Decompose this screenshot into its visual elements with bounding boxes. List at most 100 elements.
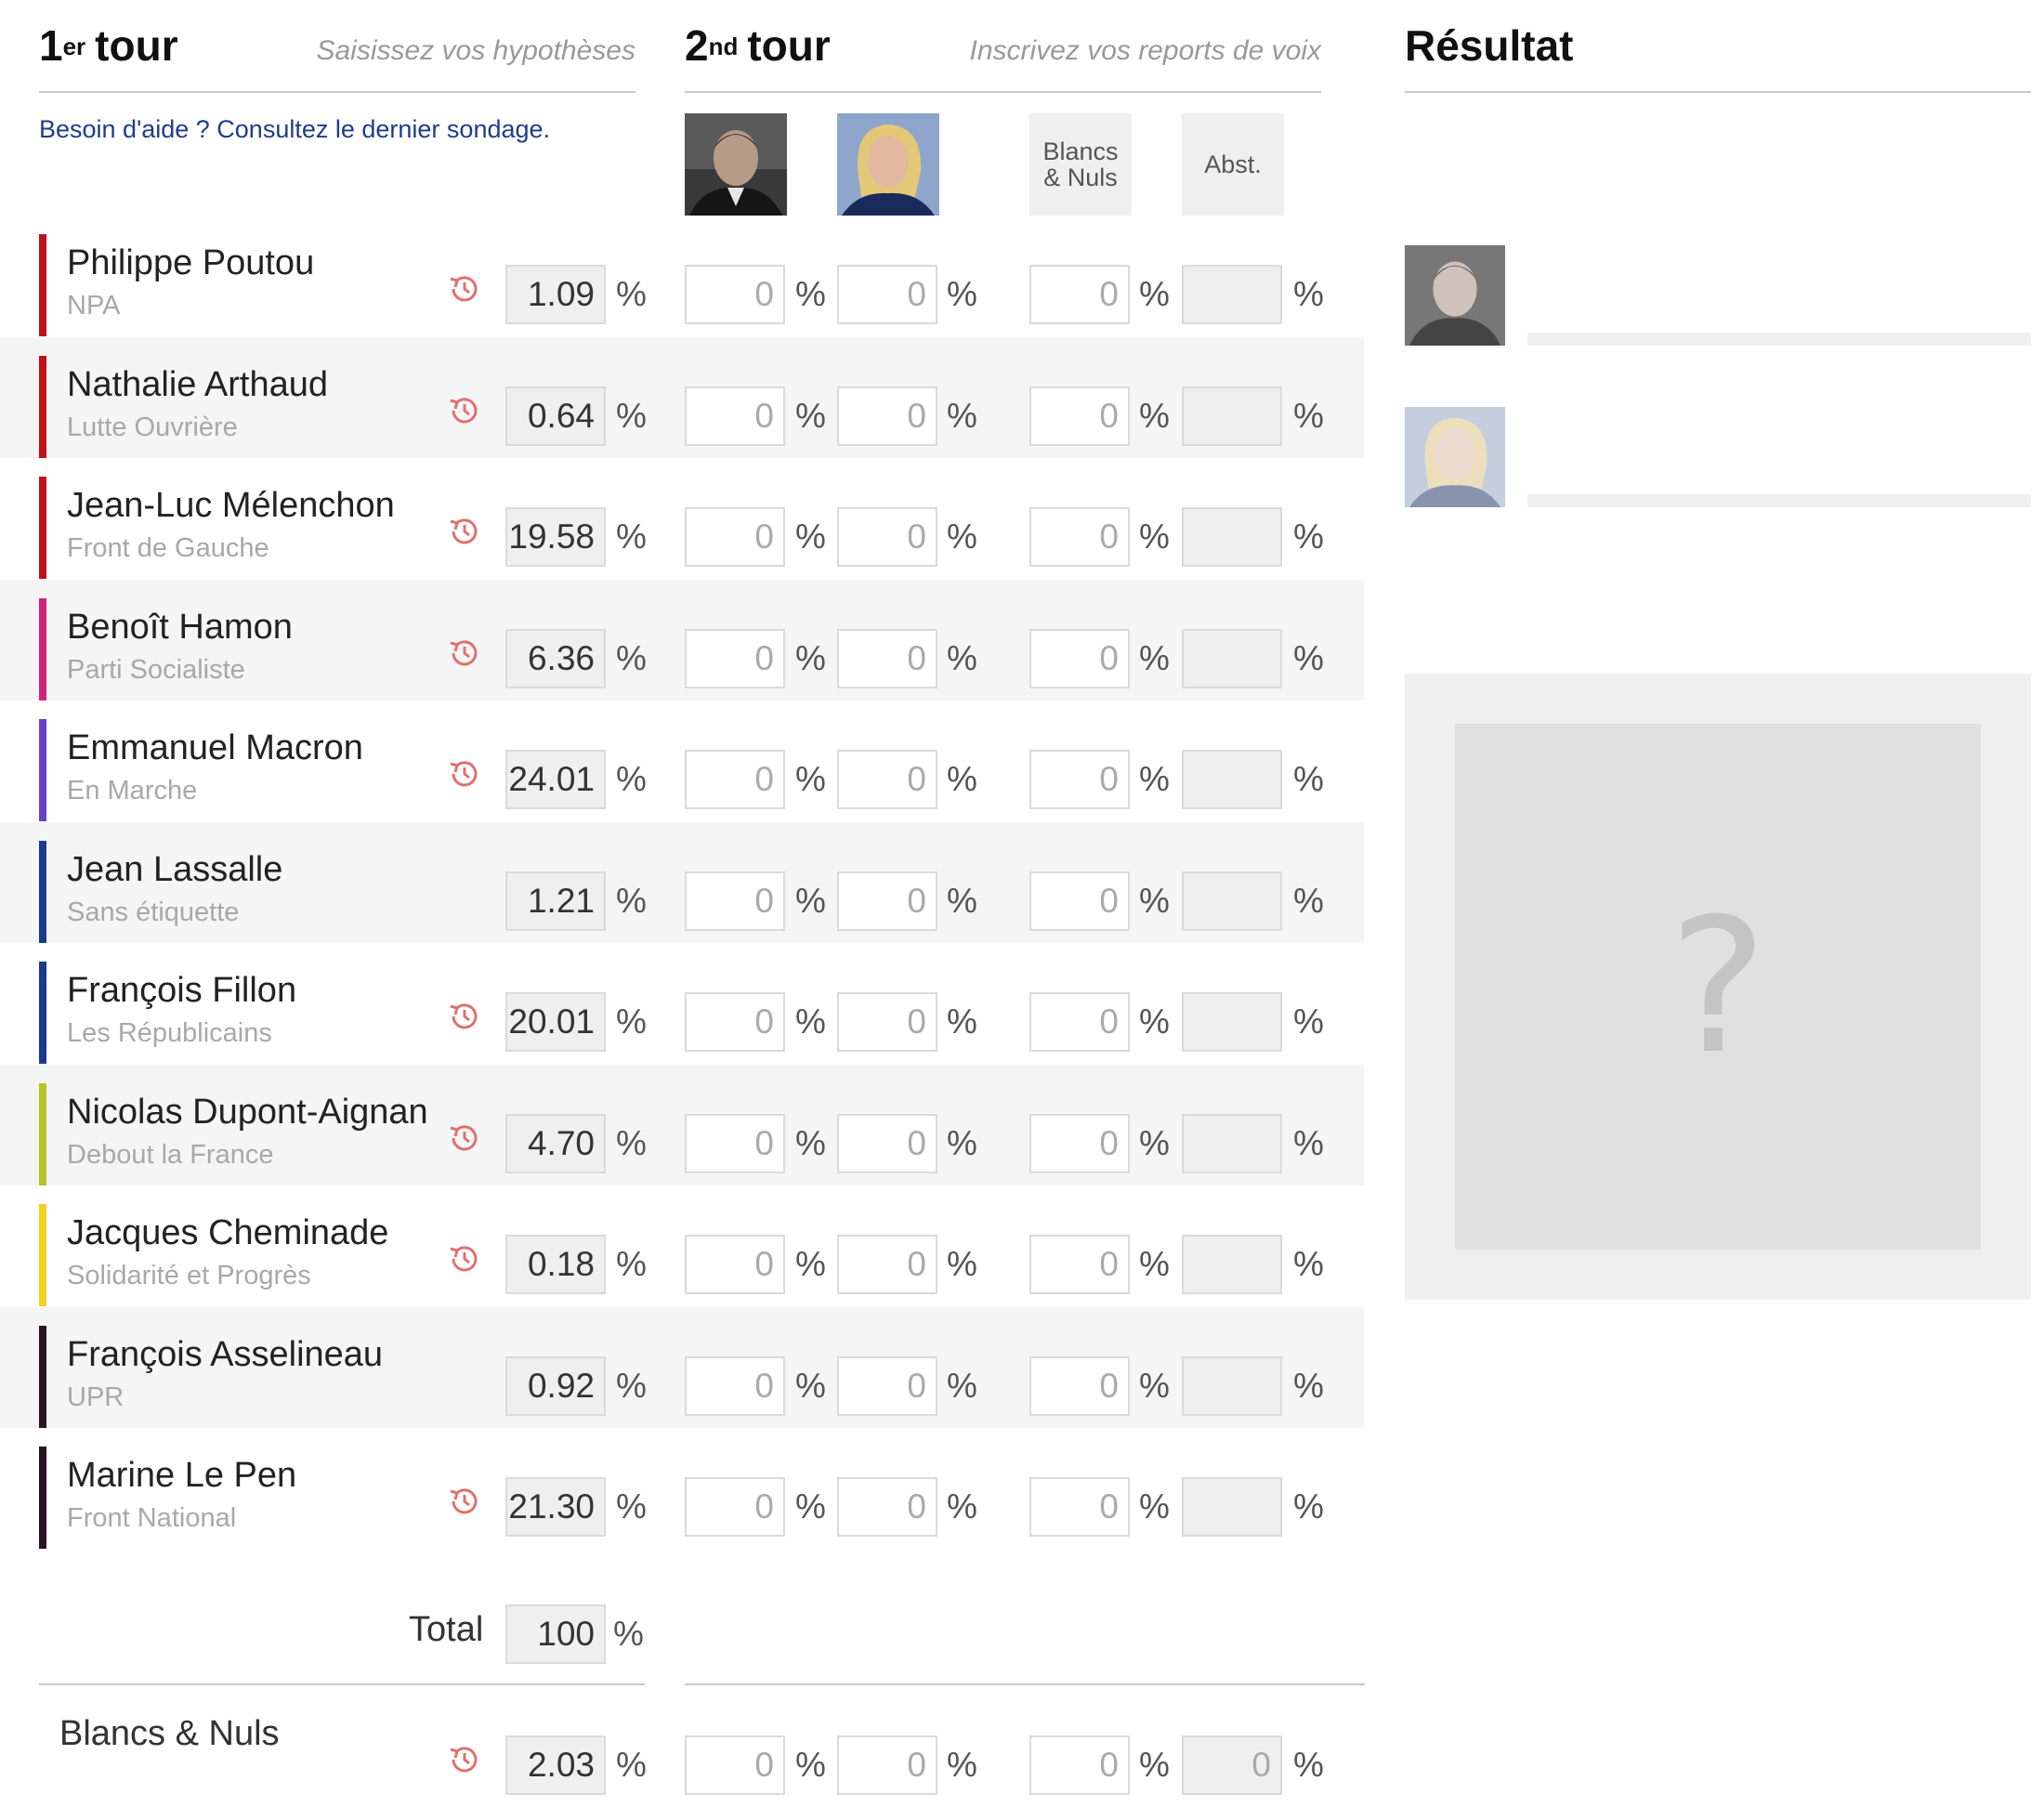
percent-sign: %	[616, 1487, 647, 1525]
candidate-name: Nathalie Arthaud	[67, 364, 328, 404]
transfer-lepen-input[interactable]: 0	[837, 750, 937, 809]
history-icon[interactable]	[446, 755, 483, 792]
poll-help-link[interactable]: Besoin d'aide ? Consultez le dernier son…	[39, 115, 550, 144]
party-color-bar	[39, 1447, 46, 1549]
candidate-name: Emmanuel Macron	[67, 728, 363, 767]
transfer-macron-input[interactable]: 0	[685, 386, 785, 446]
abstention-value	[1182, 1355, 1282, 1416]
abstention-value	[1182, 1477, 1282, 1537]
candidate-name: Nicolas Dupont-Aignan	[67, 1092, 428, 1132]
transfer-macron-input[interactable]: 0	[685, 1477, 785, 1537]
history-icon[interactable]	[446, 513, 483, 550]
transfer-lepen-input[interactable]: 0	[837, 265, 937, 324]
transfer-macron-input[interactable]: 0	[685, 1235, 785, 1294]
transfer-blancs-input[interactable]: 0	[1029, 992, 1130, 1052]
result-title: Résultat	[1405, 21, 1574, 70]
blancs-nuls-round1-input[interactable]: 2.03	[505, 1735, 606, 1795]
abstention-value	[1182, 992, 1282, 1052]
transfer-blancs-input[interactable]: 0	[1029, 1235, 1130, 1294]
abstention-value	[1182, 1235, 1282, 1294]
transfer-blancs-input[interactable]: 0	[1029, 386, 1130, 446]
transfer-lepen-input[interactable]: 0	[837, 386, 937, 446]
transfer-lepen-input[interactable]: 0	[837, 871, 937, 931]
round1-percent-input[interactable]: 20.01	[505, 992, 606, 1052]
transfer-lepen-input[interactable]: 0	[837, 507, 937, 567]
history-icon[interactable]	[446, 635, 483, 672]
round1-percent-input[interactable]: 1.21	[505, 871, 606, 931]
history-icon[interactable]	[446, 1483, 483, 1520]
percent-sign: %	[1293, 881, 1324, 920]
transfer-blancs-input[interactable]: 0	[1029, 507, 1130, 567]
transfer-blancs-input[interactable]: 0	[1029, 1355, 1130, 1416]
transfer-lepen-input[interactable]: 0	[837, 1477, 937, 1537]
percent-sign: %	[1139, 881, 1170, 920]
percent-sign: %	[795, 396, 826, 435]
candidate-name: Philippe Poutou	[67, 243, 315, 282]
round1-percent-input[interactable]: 21.30	[505, 1477, 606, 1537]
history-icon[interactable]	[446, 998, 483, 1035]
round1-percent-input[interactable]: 4.70	[505, 1113, 606, 1173]
round1-title: 1er tour	[39, 20, 178, 71]
transfer-blancs-input[interactable]: 0	[1029, 628, 1130, 688]
percent-sign: %	[1139, 760, 1170, 798]
round1-percent-input[interactable]: 6.36	[505, 628, 606, 688]
transfer-macron-input[interactable]: 0	[685, 1113, 785, 1173]
party-color-bar	[39, 597, 46, 701]
result-macron-portrait	[1405, 245, 1505, 346]
result-placeholder-inner: ?	[1455, 724, 1981, 1250]
transfer-lepen-input[interactable]: 0	[837, 1235, 937, 1294]
history-icon[interactable]	[446, 392, 483, 429]
result-placeholder: ?	[1405, 674, 2031, 1300]
history-icon[interactable]	[446, 270, 483, 308]
blancs-nuls-abst-value: 0	[1182, 1735, 1282, 1795]
blancs-nuls-lepen-input[interactable]: 0	[837, 1735, 937, 1795]
result-lepen-bar	[1527, 494, 2031, 507]
party-color-bar	[39, 1325, 46, 1428]
transfer-lepen-input[interactable]: 0	[837, 1355, 937, 1416]
transfer-macron-input[interactable]: 0	[685, 992, 785, 1052]
round1-title-sup: er	[62, 33, 86, 60]
transfer-macron-input[interactable]: 0	[685, 628, 785, 688]
percent-sign: %	[1139, 1123, 1170, 1162]
transfer-lepen-input[interactable]: 0	[837, 628, 937, 688]
transfer-macron-input[interactable]: 0	[685, 507, 785, 567]
round1-percent-input[interactable]: 0.64	[505, 386, 606, 446]
transfer-blancs-input[interactable]: 0	[1029, 265, 1130, 324]
transfer-lepen-input[interactable]: 0	[837, 1113, 937, 1173]
round1-percent-input[interactable]: 24.01	[505, 750, 606, 809]
round1-percent-input[interactable]: 19.58	[505, 507, 606, 567]
transfer-lepen-input[interactable]: 0	[837, 992, 937, 1052]
candidate-party: Solidarité et Progrès	[67, 1261, 311, 1290]
history-icon[interactable]	[446, 1741, 483, 1778]
transfer-macron-input[interactable]: 0	[685, 871, 785, 931]
total-value: 100	[505, 1604, 606, 1664]
abstention-value	[1182, 265, 1282, 324]
round1-percent-input[interactable]: 0.92	[505, 1355, 606, 1416]
abstention-column: Abst.	[1182, 113, 1284, 216]
candidate-row: Benoît Hamon Parti Socialiste 6.36% 0% 0% 0%%	[0, 579, 1364, 701]
candidate-party: NPA	[67, 291, 121, 321]
candidate-row: Marine Le Pen Front National 21.30% 0% 0% 0%%	[0, 1428, 1364, 1549]
blancs-nuls-macron-input[interactable]: 0	[685, 1735, 785, 1795]
transfer-macron-input[interactable]: 0	[685, 265, 785, 324]
percent-sign: %	[947, 881, 977, 920]
transfer-blancs-input[interactable]: 0	[1029, 1113, 1130, 1173]
history-icon[interactable]	[446, 1240, 483, 1277]
transfer-blancs-input[interactable]: 0	[1029, 750, 1130, 809]
candidate-party: Parti Socialiste	[67, 654, 245, 685]
blancs-nuls-blancs-input[interactable]: 0	[1029, 1735, 1130, 1795]
party-color-bar	[39, 1082, 46, 1185]
transfer-macron-input[interactable]: 0	[685, 750, 785, 809]
percent-sign: %	[795, 881, 826, 920]
percent-sign: %	[1293, 517, 1324, 556]
candidate-name: Jacques Cheminade	[67, 1213, 389, 1252]
round1-percent-input[interactable]: 0.18	[505, 1235, 606, 1294]
blancs-nuls-row: Blancs & Nuls 2.03 % 0 % 0 % 0 % 0 %	[0, 1686, 1364, 1807]
percent-sign: %	[795, 1123, 826, 1162]
round1-percent-input[interactable]: 1.09	[505, 265, 606, 324]
history-icon[interactable]	[446, 1120, 483, 1157]
transfer-blancs-input[interactable]: 0	[1029, 1477, 1130, 1537]
transfer-blancs-input[interactable]: 0	[1029, 871, 1130, 931]
transfer-macron-input[interactable]: 0	[685, 1355, 785, 1416]
blancs-nuls-label: Blancs & Nuls	[59, 1714, 280, 1753]
